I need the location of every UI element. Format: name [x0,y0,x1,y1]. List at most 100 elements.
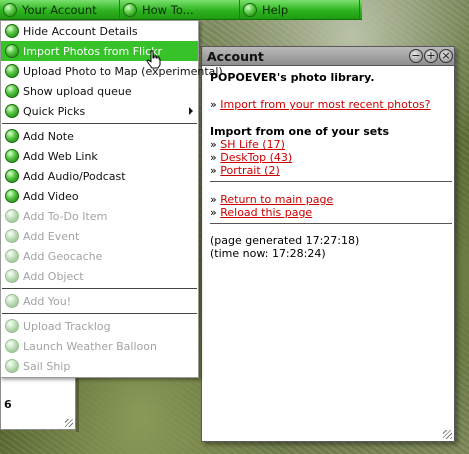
menu-item-label: Sail Ship [23,359,71,373]
menu-item-add-object: Add Object [1,266,198,286]
menu-how-to-label: How To... [142,3,194,17]
menu-your-account-label: Your Account [22,3,97,17]
green-orb-icon [243,3,257,17]
menu-item-label: Add You! [23,294,72,308]
window-shadow [76,376,79,432]
menu-how-to[interactable]: How To... [120,0,240,20]
menu-item-add-note[interactable]: Add Note [1,126,198,146]
menu-item-label: Add Video [23,189,79,203]
green-orb-icon [5,229,19,243]
return-main-link[interactable]: Return to main page [220,193,333,206]
menu-item-label: Hide Account Details [23,24,138,38]
nav-row: » Reload this page [210,206,450,219]
set-link-sh-life[interactable]: SH Life (17) [220,138,285,151]
menu-item-add-geocache: Add Geocache [1,246,198,266]
menu-item-label: Add Audio/Podcast [23,169,126,183]
menu-item-launch-weather-balloon: Launch Weather Balloon [1,336,198,356]
minimize-icon[interactable]: − [409,49,423,63]
green-orb-icon [5,269,19,283]
menu-item-upload-tracklog: Upload Tracklog [1,316,198,336]
menu-item-add-audio-podcast[interactable]: Add Audio/Podcast [1,166,198,186]
set-row: » SH Life (17) [210,138,450,151]
account-body: POPOEVER's photo library. » Import from … [210,71,452,260]
green-orb-icon [5,209,19,223]
green-orb-icon [5,169,19,183]
menu-item-upload-photo[interactable]: Upload Photo to Map (experimental) [1,61,223,81]
maximize-icon[interactable]: + [424,49,438,63]
menu-item-add-you: Add You! [1,291,198,311]
green-orb-icon [5,64,19,78]
menu-item-label: Upload Photo to Map (experimental) [23,64,223,78]
set-row: » DeskTop (43) [210,151,450,164]
menu-item-sail-ship: Sail Ship [1,356,198,376]
green-orb-icon [5,24,19,38]
menu-item-label: Add Web Link [23,149,98,163]
menu-item-label: Import Photos from Flickr [23,44,163,58]
green-orb-icon [5,294,19,308]
menu-item-add-event: Add Event [1,226,198,246]
nav-row: » Return to main page [210,193,450,206]
green-orb-icon [5,339,19,353]
set-link-desktop[interactable]: DeskTop (43) [220,151,292,164]
green-orb-icon [5,359,19,373]
menu-item-show-upload-queue[interactable]: Show upload queue [1,81,198,101]
time-now-text: (time now: 17:28:24) [210,247,326,260]
set-row: » Portrait (2) [210,164,450,177]
resize-grip-icon[interactable] [65,419,73,427]
account-window: Account − + × POPOEVER's photo library. … [201,46,455,442]
menu-separator [2,288,197,289]
recent-row: » Import from your most recent photos? [210,98,450,111]
resize-grip-icon[interactable] [443,430,452,439]
menu-item-label: Add Note [23,129,74,143]
hand-cursor-icon [146,50,161,69]
menu-item-label: Quick Picks [23,104,86,118]
account-title: Account [207,49,264,64]
green-orb-icon [5,149,19,163]
green-orb-icon [5,319,19,333]
link-prefix: » [210,206,217,219]
menu-item-label: Show upload queue [23,84,132,98]
window-value: 6 [4,398,12,411]
account-titlebar[interactable]: Account − + × [202,47,454,66]
close-icon[interactable]: × [439,49,453,63]
green-orb-icon [5,104,19,118]
green-orb-icon [5,44,19,58]
menu-item-hide-account-details[interactable]: Hide Account Details [1,21,198,41]
menu-item-label: Upload Tracklog [23,319,111,333]
green-orb-icon [3,3,17,17]
divider [210,223,452,224]
menu-item-add-todo: Add To-Do Item [1,206,198,226]
menu-help[interactable]: Help [240,0,360,20]
green-orb-icon [5,129,19,143]
reload-page-link[interactable]: Reload this page [220,206,312,219]
menu-item-label: Add Object [23,269,84,283]
menu-item-label: Launch Weather Balloon [23,339,157,353]
top-menubar: Your Account How To... Help [0,0,362,20]
green-orb-icon [123,3,137,17]
green-orb-icon [5,84,19,98]
menu-item-add-web-link[interactable]: Add Web Link [1,146,198,166]
import-recent-link[interactable]: Import from your most recent photos? [220,98,430,111]
background-window: 6 [0,376,76,430]
green-orb-icon [5,189,19,203]
menu-separator [2,313,197,314]
menu-item-label: Add To-Do Item [23,209,108,223]
link-prefix: » [210,164,217,177]
menu-separator [2,123,197,124]
menu-help-label: Help [262,3,289,17]
account-dropdown-menu: Hide Account Details Import Photos from … [0,20,223,378]
page-generated-text: (page generated 17:27:18) [210,234,360,247]
menu-item-quick-picks[interactable]: Quick Picks [1,101,198,121]
divider [210,181,452,182]
menu-your-account[interactable]: Your Account [0,0,120,20]
set-link-portrait[interactable]: Portrait (2) [220,164,280,177]
link-prefix: » [210,193,217,206]
link-prefix: » [210,98,217,111]
link-prefix: » [210,151,217,164]
menu-item-add-video[interactable]: Add Video [1,186,198,206]
submenu-arrow-icon [189,107,193,115]
link-prefix: » [210,138,217,151]
green-orb-icon [5,249,19,263]
menu-item-label: Add Geocache [23,249,103,263]
menu-item-import-photos-flickr[interactable]: Import Photos from Flickr [1,41,198,61]
